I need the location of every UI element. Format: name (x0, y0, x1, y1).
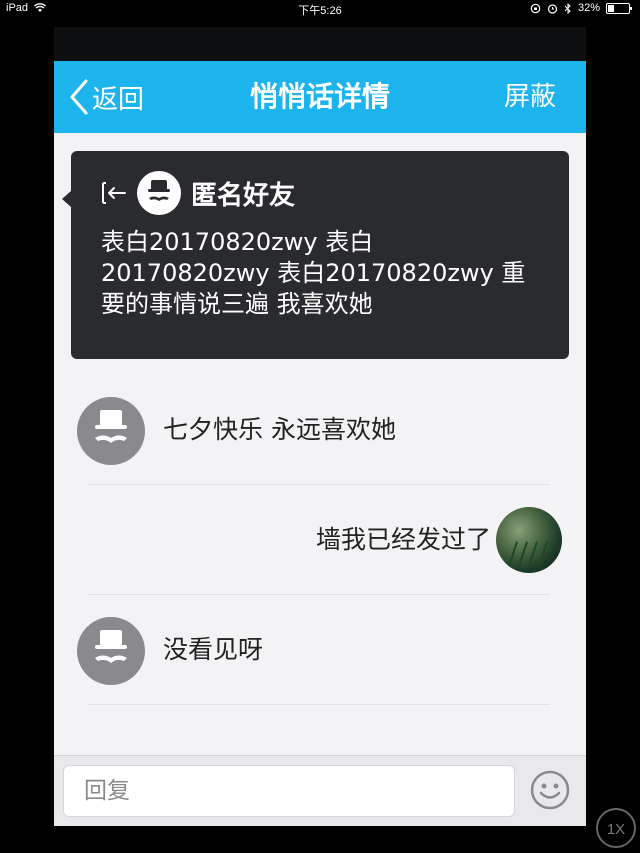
anonymous-avatar (77, 397, 145, 465)
app-window: 返回 悄悄话详情 屏蔽 匿名好友 表白20170820zwy 表白2017082… (54, 27, 586, 826)
sender-name: 匿名好友 (191, 180, 296, 211)
whisper-card: 匿名好友 表白20170820zwy 表白20170820zwy 表白20170… (62, 151, 569, 359)
battery-percent: 32% (577, 2, 600, 14)
zoom-badge[interactable]: 1X (596, 808, 636, 848)
reply-input[interactable]: 回复 (63, 765, 515, 817)
status-bar: iPad 下午5:26 32% (0, 0, 640, 18)
battery-icon (606, 2, 632, 14)
alarm-icon (547, 3, 558, 14)
bluetooth-icon (564, 2, 571, 14)
message-text: 七夕快乐 永远喜欢她 (163, 415, 396, 444)
divider (88, 704, 550, 705)
message-row: 墙我已经发过了 (54, 485, 586, 595)
nav-bar: 返回 悄悄话详情 屏蔽 (54, 61, 586, 133)
reply-bar: 回复 (54, 755, 586, 826)
user-avatar[interactable] (496, 507, 562, 573)
anonymous-avatar-icon (137, 171, 181, 215)
rotation-lock-icon (530, 3, 541, 13)
whisper-content: 表白20170820zwy 表白20170820zwy 表白20170820zw… (101, 228, 526, 318)
message-text: 墙我已经发过了 (315, 525, 491, 554)
message-text: 没看见呀 (163, 635, 264, 664)
exit-icon[interactable] (99, 178, 129, 208)
message-row: 七夕快乐 永远喜欢她 (54, 375, 586, 485)
message-row: 没看见呀 (54, 595, 586, 705)
top-strip (54, 27, 586, 61)
block-button[interactable]: 屏蔽 (504, 61, 556, 133)
smiley-icon[interactable] (530, 770, 570, 810)
anonymous-avatar (77, 617, 145, 685)
